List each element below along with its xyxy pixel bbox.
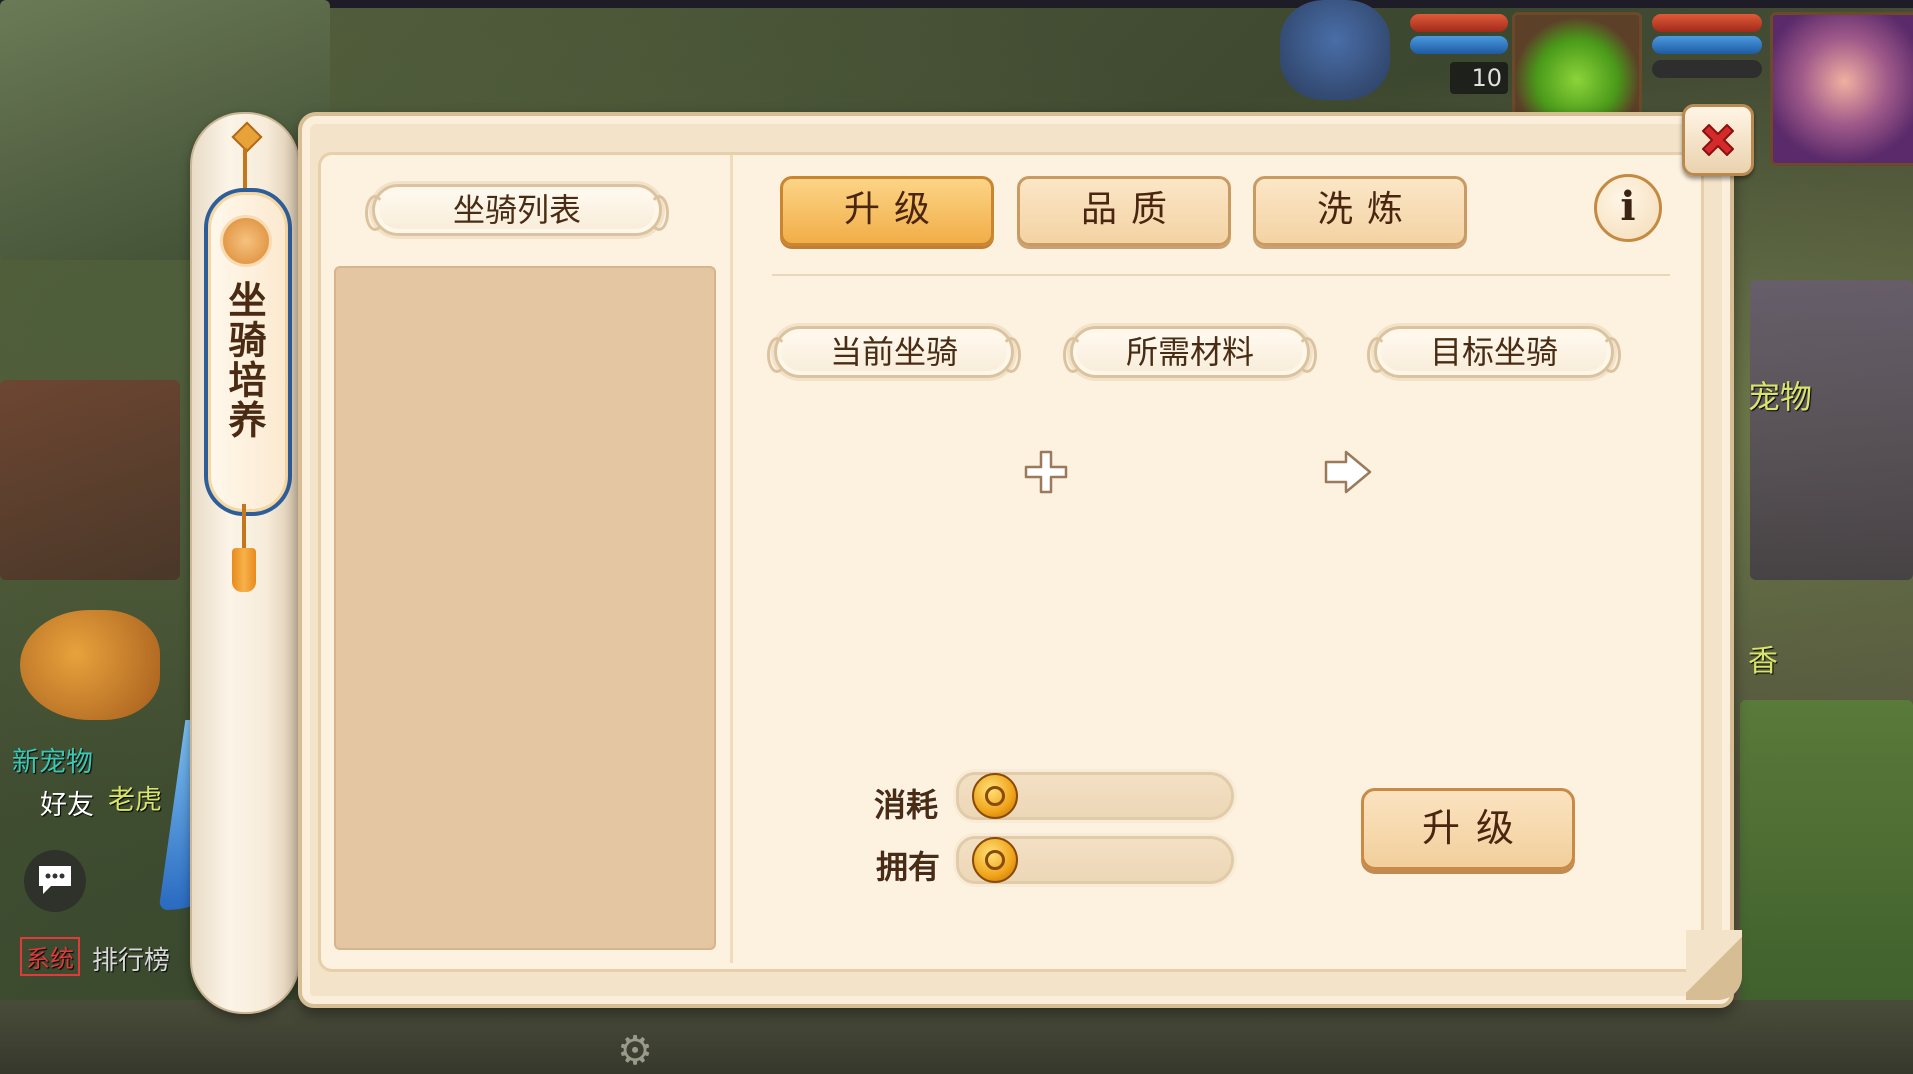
tab-divider [772, 274, 1670, 276]
target-mount-label: 目标坐骑 [1367, 326, 1621, 378]
tiger-label: 老虎 [108, 785, 162, 816]
tab-refine[interactable]: 洗炼 [1253, 176, 1467, 246]
tiger-npc[interactable] [20, 610, 160, 720]
close-button[interactable] [1682, 104, 1754, 176]
rank-link[interactable]: 排行榜 [92, 940, 170, 977]
pet-label: 宠物 [1748, 378, 1813, 416]
info-icon[interactable]: i [1594, 174, 1662, 242]
cloud-emblem-icon [220, 215, 272, 267]
hero-hp-bar [1652, 14, 1762, 32]
consume-value [1030, 776, 1220, 816]
hero-mp-bar [1652, 36, 1762, 54]
player-character[interactable] [1280, 0, 1390, 100]
npc-label: 香 [1748, 644, 1778, 679]
tab-upgrade[interactable]: 升级 [780, 176, 994, 246]
close-icon [1702, 124, 1734, 156]
upgrade-button[interactable]: 升级 [1361, 788, 1575, 870]
plus-icon [1024, 450, 1068, 494]
knot-cord [243, 148, 247, 192]
chat-icon[interactable] [24, 850, 86, 912]
page-curl [1686, 930, 1742, 1000]
friend-label[interactable]: 好友 [40, 783, 94, 822]
arrow-right-icon [1324, 450, 1372, 494]
tassel-ornament [232, 548, 256, 592]
coin-icon [972, 773, 1018, 819]
pet-hp-bar [1410, 14, 1508, 32]
gear-icon[interactable]: ⚙ [612, 1028, 658, 1074]
current-mount-label: 当前坐骑 [767, 326, 1021, 378]
own-value [1030, 840, 1220, 880]
mount-list-header: 坐骑列表 [365, 184, 669, 236]
tassel-cord [242, 504, 246, 550]
dialog-title: 坐骑培养 [222, 280, 266, 440]
pet-mp-bar [1410, 36, 1508, 54]
column-divider [730, 155, 733, 963]
system-tag: 系统 [20, 937, 80, 976]
bg-ground [0, 1000, 1913, 1074]
tab-quality[interactable]: 品质 [1017, 176, 1231, 246]
bg-building [0, 380, 180, 580]
hero-exp-bar [1652, 60, 1762, 78]
mount-list[interactable] [334, 266, 716, 950]
required-materials-label: 所需材料 [1063, 326, 1317, 378]
bg-building [1750, 280, 1913, 580]
new-pet-label: 新宠物 [12, 747, 93, 778]
hero-portrait[interactable] [1770, 12, 1913, 166]
pet-level: 10 [1450, 62, 1508, 94]
coin-icon [972, 837, 1018, 883]
consume-label: 消耗 [874, 786, 939, 824]
own-label: 拥有 [876, 848, 941, 886]
